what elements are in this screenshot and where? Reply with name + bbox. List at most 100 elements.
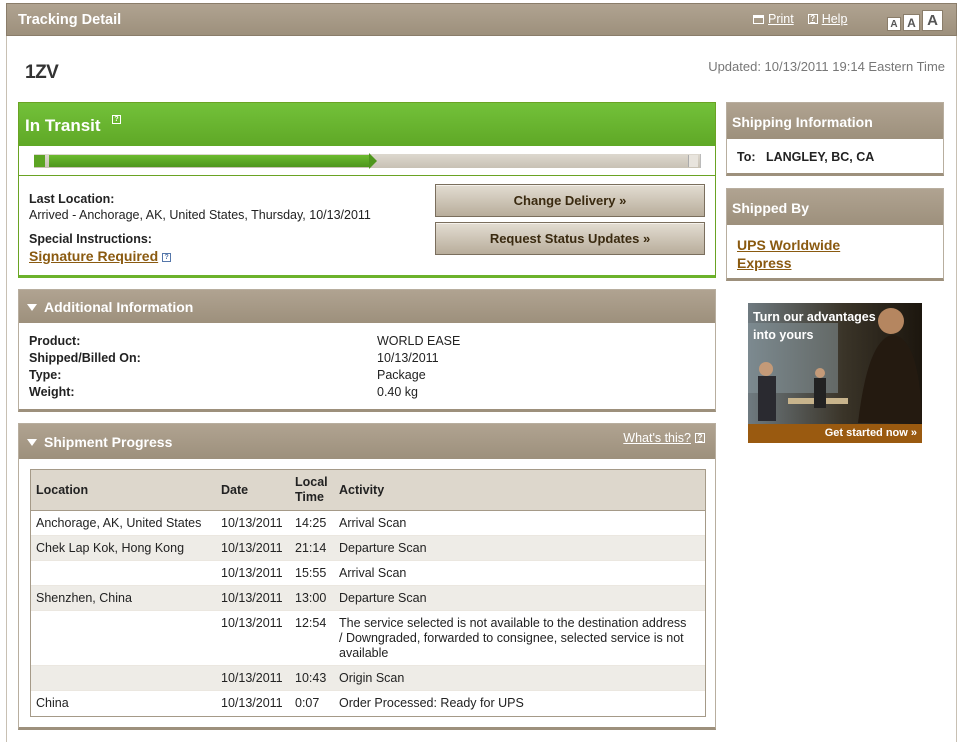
status-label: In Transit (25, 116, 101, 135)
help-icon: ? (807, 14, 818, 24)
last-location-value: Arrived - Anchorage, AK, United States, … (29, 208, 371, 222)
progress-bar (34, 153, 701, 169)
progress-table: Location Date Local Time Activity Anchor… (30, 469, 706, 717)
last-location-label: Last Location: (29, 192, 115, 206)
cell-time: 0:07 (295, 696, 320, 710)
divider (19, 175, 715, 176)
col-local-time-2: Time (295, 490, 324, 504)
additional-information-header[interactable]: Additional Information (19, 290, 715, 323)
collapse-triangle-icon (27, 304, 37, 311)
info-key: Type: (29, 368, 62, 382)
cell-time: 21:14 (295, 541, 327, 555)
shipping-information-header: Shipping Information (727, 103, 943, 139)
cell-date: 10/13/2011 (221, 616, 283, 630)
cell-activity: Arrival Scan (339, 516, 407, 530)
special-instructions-label: Special Instructions: (29, 232, 152, 246)
col-local-time-1: Local (295, 475, 328, 489)
cell-date: 10/13/2011 (221, 671, 283, 685)
cell-date: 10/13/2011 (221, 566, 283, 580)
ship-to-label: To: (737, 150, 756, 164)
shipment-progress-header[interactable]: Shipment Progress What's this? ? (19, 424, 715, 459)
cell-date: 10/13/2011 (221, 516, 283, 530)
info-value: 0.40 kg (377, 385, 419, 399)
help-label: Help (821, 12, 848, 26)
signature-required-link[interactable]: Signature Required? (29, 248, 172, 264)
shipping-information-title: Shipping Information (732, 114, 873, 130)
help-icon: ? (695, 433, 705, 443)
col-location: Location (36, 483, 89, 497)
additional-information-panel: Additional Information Product: WORLD EA… (18, 289, 716, 412)
font-size-large-button[interactable]: A (922, 10, 943, 31)
ups-worldwide-express-link[interactable]: UPS Worldwide Express (737, 236, 877, 272)
get-started-button[interactable]: Get started now » (748, 424, 922, 443)
cell-activity: Arrival Scan (339, 566, 407, 580)
col-date: Date (221, 483, 249, 497)
cell-date: 10/13/2011 (221, 696, 283, 710)
info-value: 10/13/2011 (377, 351, 439, 365)
status-header: In Transit ? (19, 103, 715, 146)
shipment-progress-panel: Shipment Progress What's this? ? Locatio… (18, 423, 716, 730)
font-size-medium-button[interactable]: A (903, 14, 920, 31)
cell-location: Shenzhen, China (36, 591, 132, 605)
print-icon (753, 14, 764, 24)
print-label: Print (768, 12, 794, 26)
print-link[interactable]: Print (753, 12, 794, 26)
cell-time: 10:43 (295, 671, 327, 685)
shipping-information-panel: Shipping Information To: LANGLEY, BC, CA (726, 102, 944, 176)
progress-chevron-icon (369, 153, 377, 169)
cell-time: 13:00 (295, 591, 327, 605)
cell-activity: Departure Scan (339, 591, 427, 605)
table-row: Shenzhen, China 10/13/2011 13:00 Departu… (31, 586, 705, 611)
ship-to-value: LANGLEY, BC, CA (765, 150, 875, 164)
info-key: Weight: (29, 385, 75, 399)
help-link[interactable]: ? Help (807, 12, 848, 26)
cell-activity: Origin Scan (339, 671, 405, 685)
font-size-controls: A A A (887, 10, 943, 31)
cell-date: 10/13/2011 (221, 591, 283, 605)
table-row: 10/13/2011 12:54 The service selected is… (31, 611, 705, 666)
whats-this-link[interactable]: What's this? ? (623, 431, 705, 445)
cell-activity: Order Processed: Ready for UPS (339, 696, 524, 710)
table-row: Chek Lap Kok, Hong Kong 10/13/2011 21:14… (31, 536, 705, 561)
shipped-by-title: Shipped By (732, 200, 810, 216)
cell-time: 12:54 (295, 616, 327, 630)
tracking-number: 1ZV (25, 62, 59, 83)
updated-timestamp: Updated: 10/13/2011 19:14 Eastern Time (708, 59, 945, 74)
status-panel: In Transit ? Last Location: Arrived - An… (18, 102, 716, 278)
progress-end-marker (688, 155, 698, 167)
table-row: 10/13/2011 15:55 Arrival Scan (31, 561, 705, 586)
col-activity: Activity (339, 483, 385, 497)
cell-time: 14:25 (295, 516, 327, 530)
request-status-updates-button[interactable]: Request Status Updates » (435, 222, 705, 255)
top-links: Print ? Help (753, 12, 847, 26)
cell-location: China (36, 696, 69, 710)
change-delivery-button[interactable]: Change Delivery » (435, 184, 705, 217)
shipped-by-header: Shipped By (727, 189, 943, 225)
cell-time: 15:55 (295, 566, 327, 580)
shipment-progress-title: Shipment Progress (44, 434, 173, 450)
status-help-icon[interactable]: ? (112, 115, 121, 124)
page-title: Tracking Detail (18, 12, 122, 28)
collapse-triangle-icon (27, 439, 37, 446)
info-key: Shipped/Billed On: (29, 351, 141, 365)
table-header: Location Date Local Time Activity (31, 470, 705, 511)
table-row: 10/13/2011 10:43 Origin Scan (31, 666, 705, 691)
cell-activity: The service selected is not available to… (339, 616, 687, 660)
table-row: Anchorage, AK, United States 10/13/2011 … (31, 511, 705, 536)
info-value: WORLD EASE (377, 334, 461, 348)
cell-date: 10/13/2011 (221, 541, 283, 555)
info-key: Product: (29, 334, 81, 348)
cell-activity: Departure Scan (339, 541, 427, 555)
additional-information-title: Additional Information (44, 299, 194, 315)
ship-to: To: LANGLEY, BC, CA (737, 150, 874, 164)
font-size-small-button[interactable]: A (887, 17, 901, 31)
signature-required-label: Signature Required (29, 248, 159, 264)
table-row: China 10/13/2011 0:07 Order Processed: R… (31, 691, 705, 716)
top-bar: Tracking Detail Print ? Help A A A (6, 3, 957, 36)
signature-help-icon[interactable]: ? (162, 252, 172, 262)
shipped-by-panel: Shipped By UPS Worldwide Express (726, 188, 944, 281)
cell-location: Chek Lap Kok, Hong Kong (36, 541, 185, 555)
progress-start-marker (34, 155, 45, 167)
advertisement-banner[interactable]: Turn our advantages into yours Get start… (748, 303, 922, 443)
progress-fill (49, 155, 369, 167)
